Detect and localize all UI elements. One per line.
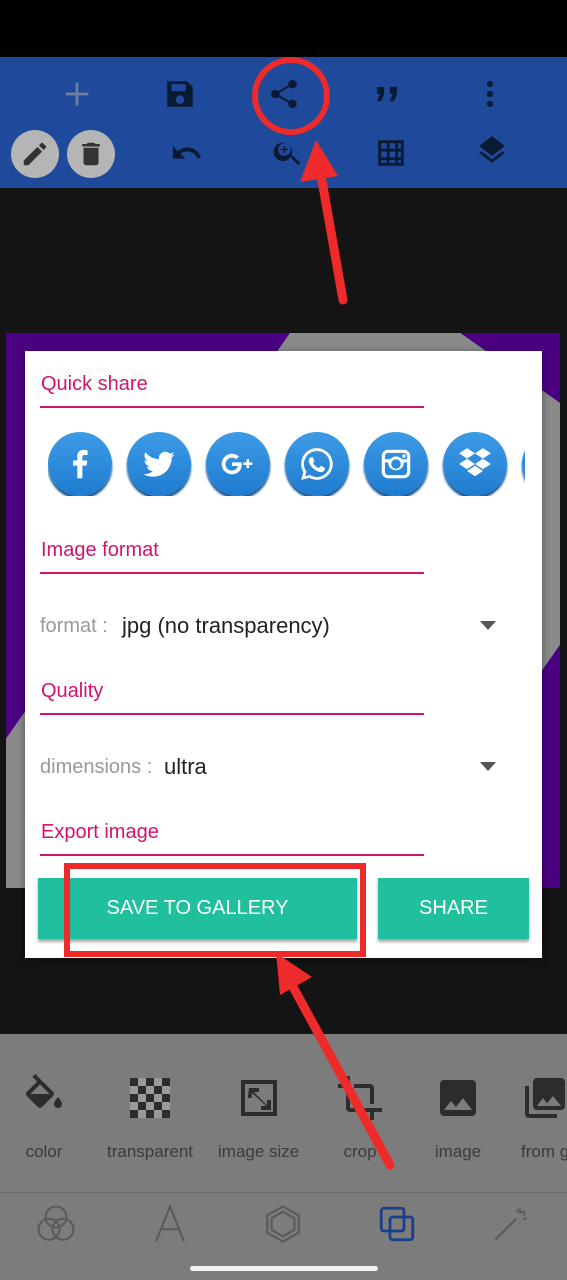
image-icon <box>440 1080 476 1116</box>
section-divider <box>40 572 424 574</box>
tool-label: transparent <box>107 1142 193 1161</box>
tool-label: crop <box>343 1142 377 1161</box>
more-vert-icon[interactable] <box>468 72 512 116</box>
quality-title: Quality <box>41 680 104 702</box>
zoom-in-icon[interactable] <box>266 131 310 175</box>
quote-icon[interactable] <box>365 72 409 116</box>
checkerboard-icon <box>130 1078 170 1118</box>
dropbox-icon[interactable] <box>443 432 507 496</box>
more-share-icon[interactable] <box>522 432 525 496</box>
whatsapp-icon[interactable] <box>285 432 349 496</box>
save-icon[interactable] <box>158 72 202 116</box>
save-to-gallery-button[interactable]: SAVE TO GALLERY <box>38 878 357 939</box>
tool-color[interactable]: color <box>20 1074 68 1162</box>
dimensions-select[interactable]: ultra <box>164 754 207 780</box>
section-divider <box>40 854 424 856</box>
text-icon[interactable] <box>149 1203 191 1245</box>
top-toolbar <box>0 57 567 188</box>
tool-image-size[interactable]: image size <box>218 1074 299 1162</box>
dimensions-label: dimensions : <box>40 756 153 778</box>
chevron-down-icon[interactable] <box>480 762 496 771</box>
plus-icon[interactable] <box>55 72 99 116</box>
home-indicator <box>190 1266 378 1271</box>
facebook-icon[interactable] <box>48 432 112 496</box>
google-plus-icon[interactable] <box>206 432 270 496</box>
chevron-down-icon[interactable] <box>480 621 496 630</box>
quick-share-title: Quick share <box>41 373 148 395</box>
bottom-tools-strip: color transparent image size crop image … <box>0 1034 567 1192</box>
image-format-title: Image format <box>41 539 159 561</box>
crop-icon <box>338 1076 382 1120</box>
share-targets-row <box>48 432 525 496</box>
gallery-icon <box>525 1078 566 1118</box>
pencil-icon[interactable] <box>11 130 59 178</box>
paint-bucket-icon <box>25 1074 62 1108</box>
resize-icon <box>240 1080 277 1116</box>
share-icon[interactable] <box>262 72 306 116</box>
grid-icon[interactable] <box>369 131 413 175</box>
filters-icon[interactable] <box>35 1203 77 1245</box>
tool-crop[interactable]: crop <box>336 1074 384 1162</box>
tool-image[interactable]: image <box>434 1074 482 1162</box>
tool-label: from g <box>521 1142 567 1161</box>
overlay-icon[interactable] <box>376 1203 418 1245</box>
tool-label: image <box>434 1142 482 1161</box>
export-image-title: Export image <box>41 821 159 843</box>
tool-transparent[interactable]: transparent <box>107 1074 193 1162</box>
tool-label: color <box>25 1142 63 1161</box>
twitter-icon[interactable] <box>127 432 191 496</box>
tool-from-gallery[interactable]: from g <box>521 1074 567 1162</box>
magic-wand-icon[interactable] <box>490 1203 532 1245</box>
instagram-icon[interactable] <box>364 432 428 496</box>
shape-icon[interactable] <box>262 1203 304 1245</box>
section-divider <box>40 713 424 715</box>
status-bar <box>0 0 567 57</box>
share-button[interactable]: SHARE <box>378 878 529 939</box>
format-select[interactable]: jpg (no transparency) <box>122 613 330 639</box>
layers-icon[interactable] <box>470 131 514 175</box>
tool-label: image size <box>218 1142 300 1161</box>
export-dialog: Quick share Image format format : jpg (n… <box>25 351 542 958</box>
section-divider <box>40 406 424 408</box>
format-label: format : <box>40 615 108 637</box>
trash-icon[interactable] <box>67 130 115 178</box>
undo-icon[interactable] <box>165 131 209 175</box>
